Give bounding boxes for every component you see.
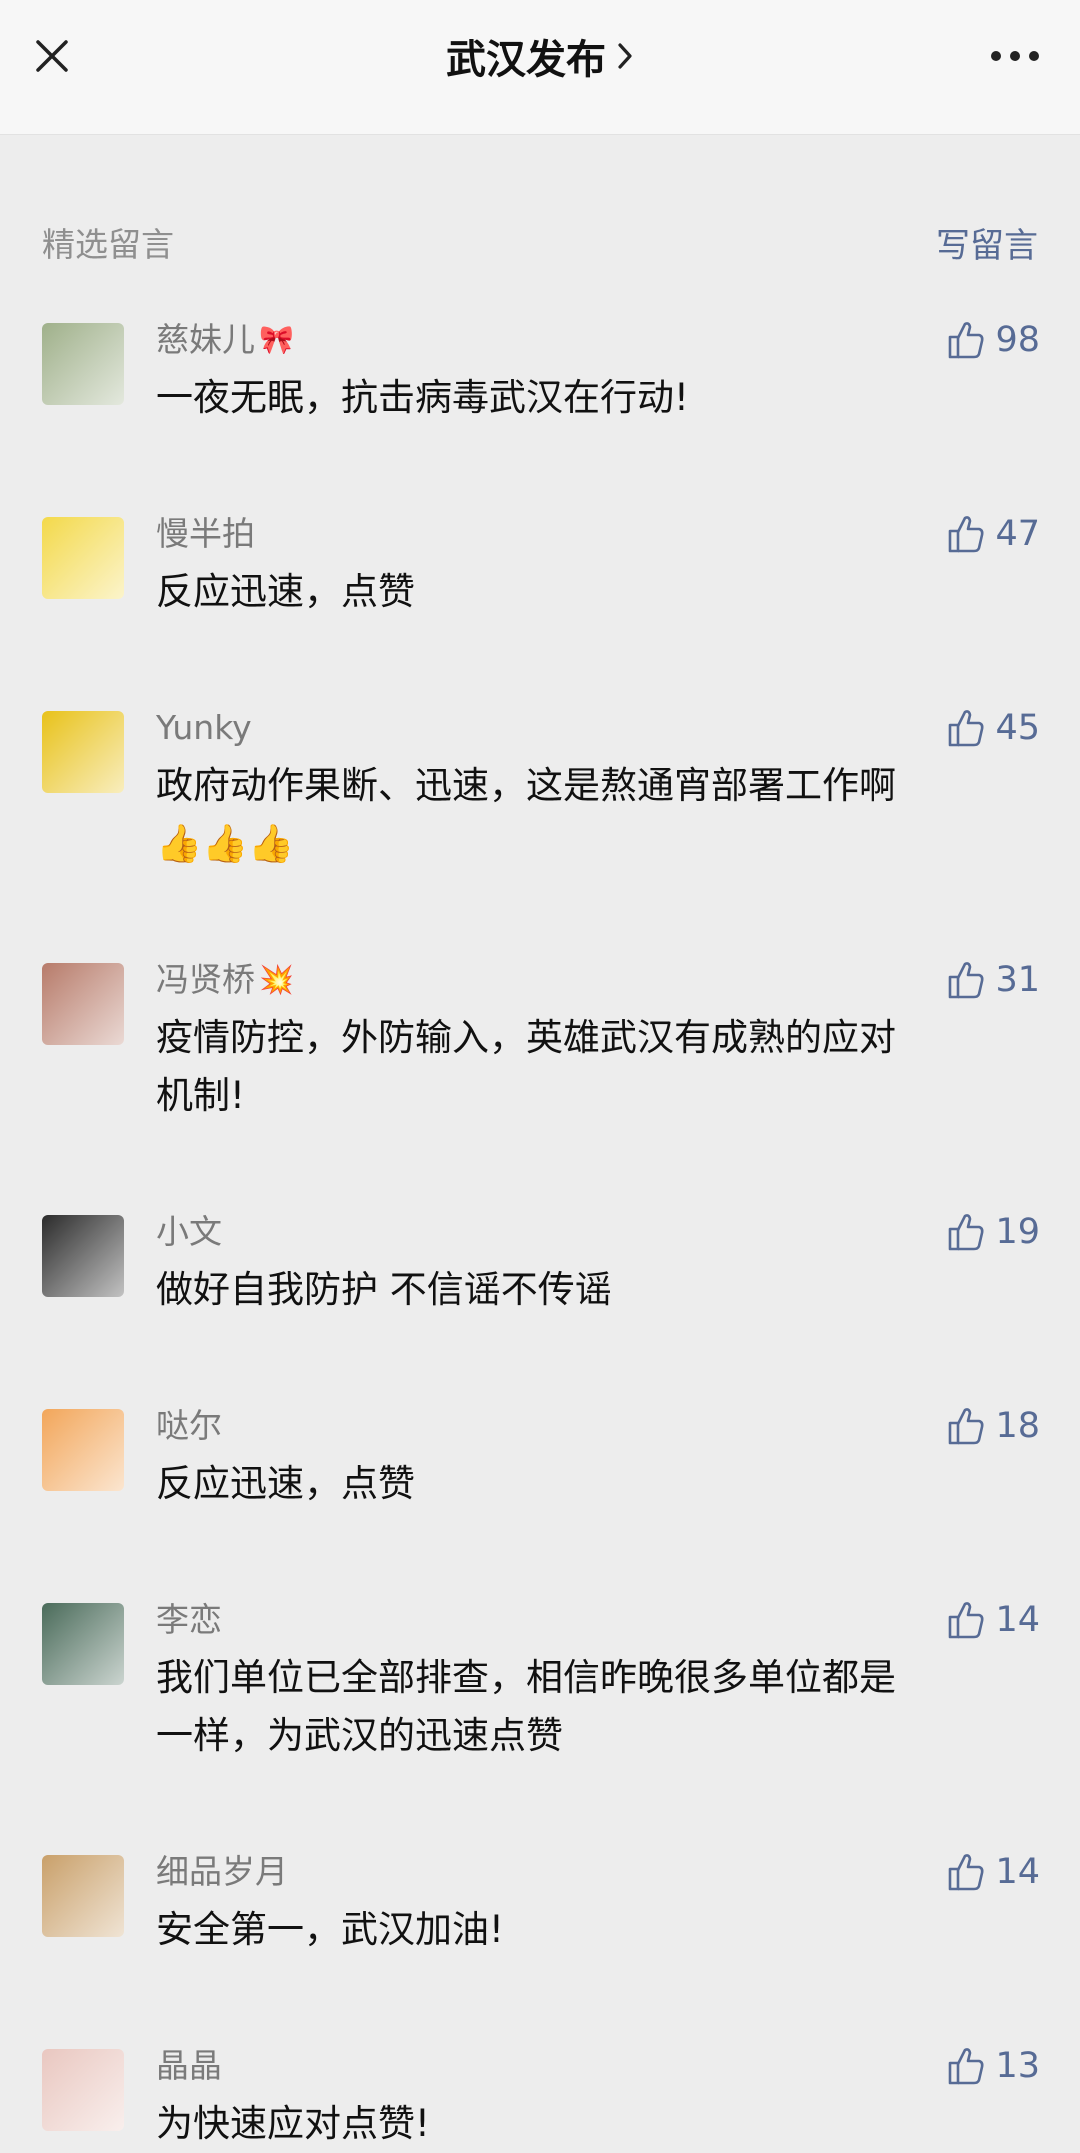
- avatar[interactable]: [42, 963, 124, 1045]
- author-emoji: 🎀: [259, 323, 294, 356]
- comment-text: 反应迅速，点赞: [156, 1462, 415, 1505]
- comment-author[interactable]: Yunky: [156, 703, 900, 753]
- like-button[interactable]: 19: [947, 1207, 1040, 1257]
- top-bar: 武汉发布: [0, 0, 1080, 135]
- like-button[interactable]: 31: [947, 955, 1040, 1005]
- comment-author[interactable]: 晶晶: [156, 2041, 900, 2091]
- thumbs-up-icon: [949, 1854, 984, 1891]
- comment-author-name: 晶晶: [156, 2046, 222, 2085]
- more-dots-icon: [991, 51, 1039, 61]
- comment-body: 晶晶为快速应对点赞!: [156, 2041, 1040, 2153]
- comment-body: Yunky 政府动作果断、迅速，这是熬通宵部署工作啊👍👍👍: [156, 703, 1040, 873]
- comment-author[interactable]: 慈妹儿 🎀: [156, 315, 900, 365]
- like-button[interactable]: 18: [947, 1401, 1040, 1451]
- comment-body: 慈妹儿 🎀 一夜无眠，抗击病毒武汉在行动!: [156, 315, 1040, 427]
- avatar[interactable]: [42, 2049, 124, 2131]
- like-count: 19: [995, 1212, 1040, 1252]
- write-comment-link[interactable]: 写留言: [936, 218, 1038, 267]
- avatar[interactable]: [42, 1215, 124, 1297]
- like-count: 18: [995, 1406, 1040, 1446]
- comment-body: 小文做好自我防护 不信谣不传谣: [156, 1207, 1040, 1319]
- comment-author[interactable]: 慢半拍: [156, 509, 900, 559]
- author-emoji: 💥: [259, 963, 294, 996]
- comment-item: 李恋 我们单位已全部排查，相信昨晚很多单位都是一样，为武汉的迅速点赞 14: [0, 1595, 1080, 1765]
- like-button[interactable]: 13: [947, 2041, 1040, 2091]
- like-count: 45: [995, 708, 1040, 748]
- comment-item: 慢半拍 反应迅速，点赞 47: [0, 509, 1080, 621]
- comment-author-name: 冯贤桥: [156, 960, 255, 999]
- like-count: 14: [995, 1852, 1040, 1892]
- avatar[interactable]: [42, 711, 124, 793]
- thumbs-up-icon: [949, 2048, 984, 2085]
- comment-text: 反应迅速，点赞: [156, 570, 415, 613]
- comment-text: 做好自我防护 不信谣不传谣: [156, 1268, 612, 1311]
- comment-item: 小文 做好自我防护 不信谣不传谣 19: [0, 1207, 1080, 1319]
- comment-author-name: 哒尔: [156, 1406, 222, 1445]
- thumbs-up-icon: [949, 1408, 984, 1445]
- comment-author-name: 慈妹儿: [156, 320, 255, 359]
- comment-author[interactable]: 细品岁月: [156, 1847, 900, 1897]
- avatar[interactable]: [42, 1855, 124, 1937]
- comment-text: 一夜无眠，抗击病毒武汉在行动!: [156, 376, 689, 419]
- comment-author-name: Yunky: [156, 708, 252, 747]
- like-button[interactable]: 14: [947, 1847, 1040, 1897]
- comment-item: 晶晶 为快速应对点赞! 13: [0, 2041, 1080, 2153]
- comment-body: 哒尔反应迅速，点赞: [156, 1401, 1040, 1513]
- comment-item: 细品岁月 安全第一，武汉加油! 14: [0, 1847, 1080, 1959]
- more-button[interactable]: [980, 26, 1050, 86]
- thumbs-up-icon: [949, 516, 984, 553]
- comment-author[interactable]: 李恋: [156, 1595, 900, 1645]
- like-button[interactable]: 45: [947, 703, 1040, 753]
- comment-text: 政府动作果断、迅速，这是熬通宵部署工作啊👍👍👍: [156, 764, 896, 865]
- like-count: 13: [995, 2046, 1040, 2086]
- chevron-right-icon: [618, 43, 632, 69]
- like-count: 31: [995, 960, 1040, 1000]
- like-count: 47: [995, 514, 1040, 554]
- comment-list: 慈妹儿 🎀 一夜无眠，抗击病毒武汉在行动! 98 慢半拍 反应迅速，点赞 47 Yunky 政府…: [0, 315, 1080, 2153]
- comment-body: 细品岁月安全第一，武汉加油!: [156, 1847, 1040, 1959]
- comment-author-name: 细品岁月: [156, 1852, 288, 1891]
- comment-item: 哒尔 反应迅速，点赞 18: [0, 1401, 1080, 1513]
- like-button[interactable]: 47: [947, 509, 1040, 559]
- comment-author-name: 李恋: [156, 1600, 222, 1639]
- comment-body: 李恋我们单位已全部排查，相信昨晚很多单位都是一样，为武汉的迅速点赞: [156, 1595, 1040, 1765]
- comment-author[interactable]: 小文: [156, 1207, 900, 1257]
- comment-item: 慈妹儿 🎀 一夜无眠，抗击病毒武汉在行动! 98: [0, 315, 1080, 427]
- thumbs-up-icon: [949, 322, 984, 359]
- like-button[interactable]: 98: [947, 315, 1040, 365]
- comment-body: 慢半拍反应迅速，点赞: [156, 509, 1040, 621]
- comment-author-name: 慢半拍: [156, 514, 255, 553]
- comment-text: 为快速应对点赞!: [156, 2102, 430, 2145]
- page-title: 武汉发布: [446, 37, 606, 83]
- section-title: 精选留言: [42, 225, 174, 264]
- comment-author[interactable]: 冯贤桥 💥: [156, 955, 900, 1005]
- comment-author-name: 小文: [156, 1212, 222, 1251]
- comment-item: 冯贤桥 💥 疫情防控，外防输入，英雄武汉有成熟的应对机制! 31: [0, 955, 1080, 1125]
- thumbs-up-icon: [949, 962, 984, 999]
- avatar[interactable]: [42, 323, 124, 405]
- like-count: 14: [995, 1600, 1040, 1640]
- thumbs-up-icon: [949, 1602, 984, 1639]
- avatar[interactable]: [42, 1603, 124, 1685]
- comment-text: 疫情防控，外防输入，英雄武汉有成熟的应对机制!: [156, 1016, 896, 1117]
- thumbs-up-icon: [949, 1214, 984, 1251]
- like-button[interactable]: 14: [947, 1595, 1040, 1645]
- comment-text: 安全第一，武汉加油!: [156, 1908, 504, 1951]
- like-count: 98: [995, 320, 1040, 360]
- avatar[interactable]: [42, 1409, 124, 1491]
- comment-text: 我们单位已全部排查，相信昨晚很多单位都是一样，为武汉的迅速点赞: [156, 1656, 896, 1757]
- comment-author[interactable]: 哒尔: [156, 1401, 900, 1451]
- comment-item: Yunky 政府动作果断、迅速，这是熬通宵部署工作啊👍👍👍 45: [0, 703, 1080, 873]
- comment-body: 冯贤桥 💥 疫情防控，外防输入，英雄武汉有成熟的应对机制!: [156, 955, 1040, 1125]
- thumbs-up-icon: [949, 710, 984, 747]
- avatar[interactable]: [42, 517, 124, 599]
- account-title-link[interactable]: 武汉发布: [0, 28, 1080, 84]
- comments-section-header: 精选留言 写留言: [0, 187, 1080, 297]
